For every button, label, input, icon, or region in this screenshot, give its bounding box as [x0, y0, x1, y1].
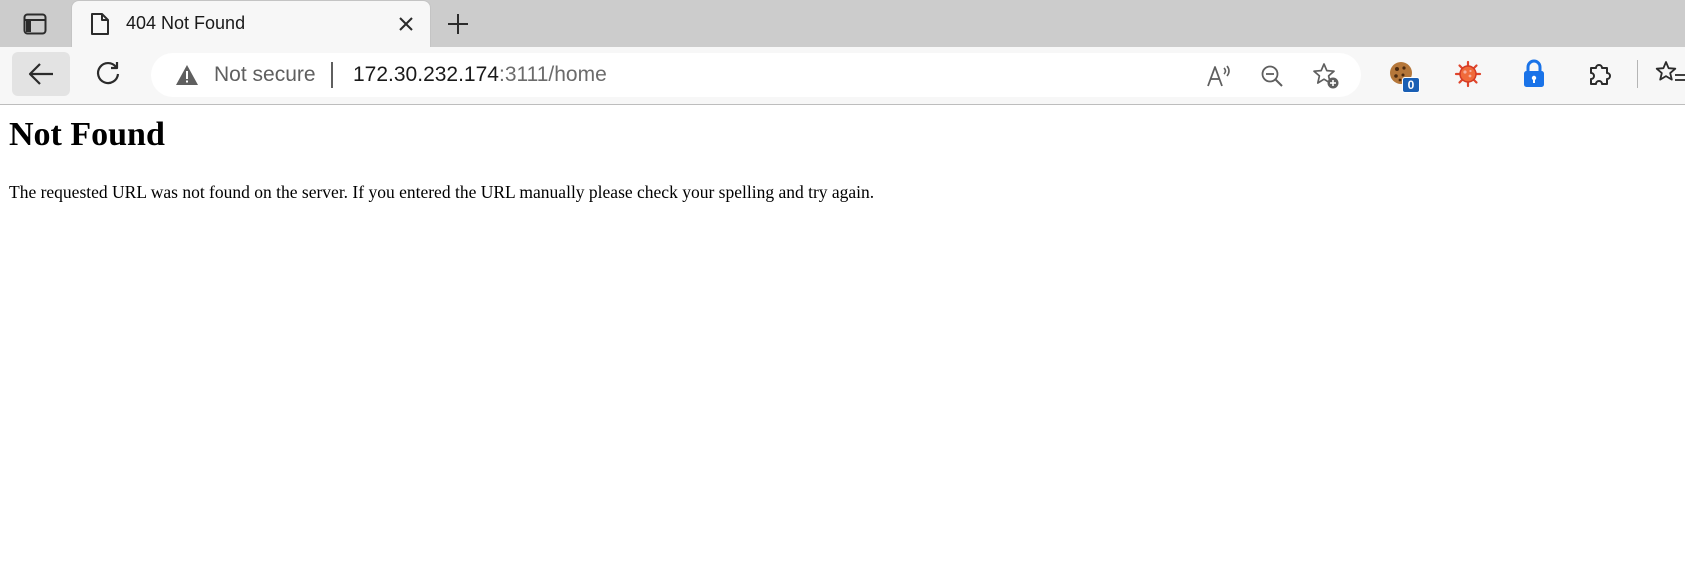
- page-content: Not Found The requested URL was not foun…: [0, 106, 1685, 566]
- back-arrow-icon: [28, 63, 53, 85]
- cookie-extension-button[interactable]: 0: [1386, 57, 1420, 93]
- refresh-icon: [96, 61, 120, 85]
- favorites-button[interactable]: [1654, 57, 1685, 91]
- favorites-icon: [1655, 61, 1685, 81]
- address-divider: [331, 62, 333, 88]
- lock-icon: [1524, 59, 1544, 87]
- extensions-button[interactable]: [1584, 57, 1616, 91]
- close-tab-button[interactable]: [396, 14, 416, 34]
- zoom-out-icon: [1261, 65, 1283, 87]
- address-bar[interactable]: Not secure 172.30.232.174:3111/home: [151, 53, 1361, 97]
- security-label[interactable]: Not secure: [214, 63, 316, 87]
- read-aloud-button[interactable]: [1205, 62, 1233, 90]
- virus-extension-button[interactable]: [1452, 57, 1484, 91]
- tab-actions-button[interactable]: [20, 11, 50, 37]
- cookie-count-badge: 0: [1402, 77, 1420, 93]
- error-message: The requested URL was not found on the s…: [9, 182, 875, 202]
- url-host: 172.30.232.174: [353, 63, 499, 86]
- url-text[interactable]: 172.30.232.174:3111/home: [353, 63, 607, 87]
- tab-title: 404 Not Found: [126, 13, 246, 33]
- password-manager-extension-button[interactable]: [1518, 57, 1550, 91]
- zoom-out-button[interactable]: [1258, 62, 1286, 90]
- virus-icon: [1454, 60, 1482, 88]
- puzzle-icon: [1590, 64, 1611, 85]
- active-tab[interactable]: 404 Not Found: [71, 0, 431, 48]
- back-button[interactable]: [12, 52, 70, 96]
- url-path: :3111/home: [498, 63, 607, 86]
- close-icon: [399, 17, 413, 31]
- plus-icon: [448, 14, 468, 34]
- browser-toolbar: Not secure 172.30.232.174:3111/home 0: [0, 47, 1685, 105]
- page-heading: Not Found: [9, 116, 165, 153]
- tab-actions-icon: [23, 13, 47, 35]
- page-icon: [91, 13, 109, 35]
- star-add-icon: [1313, 63, 1339, 89]
- refresh-button[interactable]: [88, 53, 128, 95]
- toolbar-divider: [1637, 60, 1638, 88]
- read-aloud-icon: [1207, 65, 1230, 87]
- tab-strip: 404 Not Found: [0, 0, 1685, 48]
- new-tab-button[interactable]: [443, 9, 473, 39]
- warning-icon: [176, 65, 198, 85]
- add-favorite-button[interactable]: [1312, 62, 1340, 90]
